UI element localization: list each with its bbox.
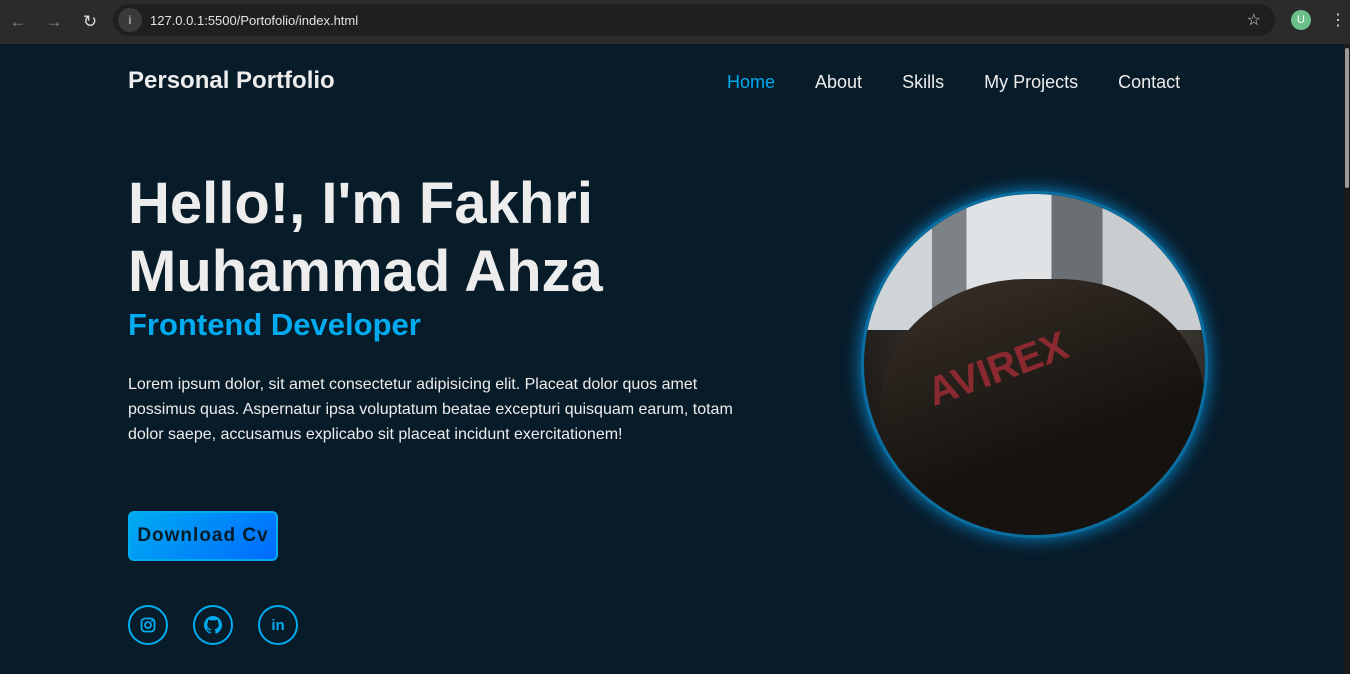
url-text[interactable]: 127.0.0.1:5500/Portofolio/index.html <box>150 13 358 28</box>
bookmark-star-icon[interactable]: ☆ <box>1247 10 1261 30</box>
menu-icon[interactable]: ⋮ <box>1330 10 1346 30</box>
scrollbar[interactable] <box>1344 44 1350 674</box>
download-cv-button[interactable]: Download Cv <box>128 511 278 561</box>
hero-subtitle: Frontend Developer <box>128 307 421 342</box>
site-logo[interactable]: Personal Portfolio <box>128 67 335 95</box>
github-icon[interactable] <box>193 605 233 645</box>
profile-avatar[interactable]: U <box>1291 10 1311 30</box>
reload-icon[interactable]: ↻ <box>72 12 108 32</box>
profile-photo: AVIREX <box>861 191 1208 538</box>
scrollbar-thumb[interactable] <box>1345 48 1349 188</box>
nav-skills[interactable]: Skills <box>902 72 944 93</box>
site-info-icon[interactable]: i <box>118 8 142 32</box>
forward-icon[interactable]: → <box>36 12 72 32</box>
browser-toolbar: ← → ↻ i 127.0.0.1:5500/Portofolio/index.… <box>0 0 1350 44</box>
nav-home[interactable]: Home <box>727 72 775 93</box>
nav-projects[interactable]: My Projects <box>984 72 1078 93</box>
nav-contact[interactable]: Contact <box>1118 72 1180 93</box>
main-nav: Home About Skills My Projects Contact <box>727 72 1180 93</box>
address-bar[interactable]: i 127.0.0.1:5500/Portofolio/index.html ☆ <box>113 4 1275 36</box>
instagram-icon[interactable] <box>128 605 168 645</box>
hero-title: Hello!, I'm Fakhri Muhammad Ahza <box>128 171 603 304</box>
nav-about[interactable]: About <box>815 72 862 93</box>
hero-description: Lorem ipsum dolor, sit amet consectetur … <box>128 376 733 443</box>
linkedin-icon[interactable]: in <box>258 605 298 645</box>
back-icon[interactable]: ← <box>0 12 36 32</box>
